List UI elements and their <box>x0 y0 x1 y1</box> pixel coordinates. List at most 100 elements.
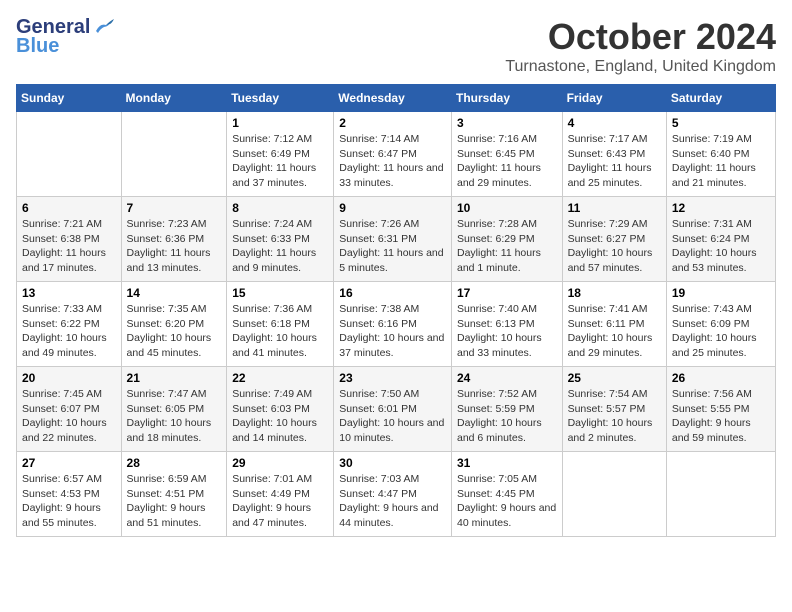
calendar-day-cell <box>121 112 227 197</box>
day-number: 28 <box>127 456 222 470</box>
day-number: 16 <box>339 286 446 300</box>
day-info: Sunrise: 7:41 AMSunset: 6:11 PMDaylight:… <box>568 302 661 361</box>
calendar-day-cell: 19 Sunrise: 7:43 AMSunset: 6:09 PMDayligh… <box>666 282 775 367</box>
day-number: 6 <box>22 201 116 215</box>
day-number: 9 <box>339 201 446 215</box>
calendar-day-cell <box>562 452 666 537</box>
weekday-header-sunday: Sunday <box>17 85 122 112</box>
calendar-day-cell: 11 Sunrise: 7:29 AMSunset: 6:27 PMDayligh… <box>562 197 666 282</box>
day-info: Sunrise: 7:12 AMSunset: 6:49 PMDaylight:… <box>232 132 328 191</box>
calendar-day-cell: 22 Sunrise: 7:49 AMSunset: 6:03 PMDayligh… <box>227 367 334 452</box>
day-number: 8 <box>232 201 328 215</box>
day-number: 30 <box>339 456 446 470</box>
calendar-day-cell: 16 Sunrise: 7:38 AMSunset: 6:16 PMDayligh… <box>334 282 452 367</box>
weekday-header-saturday: Saturday <box>666 85 775 112</box>
calendar-week-row: 1 Sunrise: 7:12 AMSunset: 6:49 PMDaylight… <box>17 112 776 197</box>
day-info: Sunrise: 7:43 AMSunset: 6:09 PMDaylight:… <box>672 302 770 361</box>
day-number: 27 <box>22 456 116 470</box>
day-info: Sunrise: 7:21 AMSunset: 6:38 PMDaylight:… <box>22 217 116 276</box>
calendar-week-row: 13Sunrise: 7:33 AMSunset: 6:22 PMDayligh… <box>17 282 776 367</box>
calendar-day-cell: 2Sunrise: 7:14 AMSunset: 6:47 PMDaylight… <box>334 112 452 197</box>
calendar-day-cell: 6 Sunrise: 7:21 AMSunset: 6:38 PMDaylight… <box>17 197 122 282</box>
day-info: Sunrise: 7:45 AMSunset: 6:07 PMDaylight:… <box>22 387 116 446</box>
day-info: Sunrise: 7:50 AMSunset: 6:01 PMDaylight:… <box>339 387 446 446</box>
day-number: 18 <box>568 286 661 300</box>
title-block: October 2024 Turnastone, England, United… <box>505 16 776 76</box>
day-number: 11 <box>568 201 661 215</box>
day-number: 5 <box>672 116 770 130</box>
day-number: 3 <box>457 116 557 130</box>
day-info: Sunrise: 7:24 AMSunset: 6:33 PMDaylight:… <box>232 217 328 276</box>
day-info: Sunrise: 7:38 AMSunset: 6:16 PMDaylight:… <box>339 302 446 361</box>
page-header: General Blue October 2024 Turnastone, En… <box>16 16 776 76</box>
day-number: 10 <box>457 201 557 215</box>
weekday-header-wednesday: Wednesday <box>334 85 452 112</box>
calendar-week-row: 20 Sunrise: 7:45 AMSunset: 6:07 PMDayligh… <box>17 367 776 452</box>
calendar-day-cell: 10 Sunrise: 7:28 AMSunset: 6:29 PMDayligh… <box>451 197 562 282</box>
calendar-day-cell: 12Sunrise: 7:31 AMSunset: 6:24 PMDayligh… <box>666 197 775 282</box>
day-info: Sunrise: 7:05 AMSunset: 4:45 PMDaylight:… <box>457 472 557 531</box>
day-info: Sunrise: 6:57 AMSunset: 4:53 PMDaylight:… <box>22 472 116 531</box>
day-info: Sunrise: 7:49 AMSunset: 6:03 PMDaylight:… <box>232 387 328 446</box>
day-number: 1 <box>232 116 328 130</box>
calendar-day-cell: 1 Sunrise: 7:12 AMSunset: 6:49 PMDaylight… <box>227 112 334 197</box>
day-number: 20 <box>22 371 116 385</box>
weekday-header-thursday: Thursday <box>451 85 562 112</box>
calendar-day-cell <box>17 112 122 197</box>
calendar-day-cell: 25 Sunrise: 7:54 AMSunset: 5:57 PMDayligh… <box>562 367 666 452</box>
calendar-day-cell: 20 Sunrise: 7:45 AMSunset: 6:07 PMDayligh… <box>17 367 122 452</box>
calendar-day-cell: 8 Sunrise: 7:24 AMSunset: 6:33 PMDaylight… <box>227 197 334 282</box>
day-info: Sunrise: 7:47 AMSunset: 6:05 PMDaylight:… <box>127 387 222 446</box>
calendar-week-row: 6 Sunrise: 7:21 AMSunset: 6:38 PMDaylight… <box>17 197 776 282</box>
calendar-day-cell: 13Sunrise: 7:33 AMSunset: 6:22 PMDayligh… <box>17 282 122 367</box>
weekday-header-monday: Monday <box>121 85 227 112</box>
calendar-day-cell: 15 Sunrise: 7:36 AMSunset: 6:18 PMDayligh… <box>227 282 334 367</box>
day-info: Sunrise: 7:36 AMSunset: 6:18 PMDaylight:… <box>232 302 328 361</box>
weekday-header-row: SundayMondayTuesdayWednesdayThursdayFrid… <box>17 85 776 112</box>
calendar-day-cell: 30Sunrise: 7:03 AMSunset: 4:47 PMDayligh… <box>334 452 452 537</box>
day-number: 15 <box>232 286 328 300</box>
calendar-table: SundayMondayTuesdayWednesdayThursdayFrid… <box>16 84 776 537</box>
calendar-day-cell: 3 Sunrise: 7:16 AMSunset: 6:45 PMDaylight… <box>451 112 562 197</box>
day-info: Sunrise: 7:28 AMSunset: 6:29 PMDaylight:… <box>457 217 557 276</box>
calendar-day-cell: 4Sunrise: 7:17 AMSunset: 6:43 PMDaylight… <box>562 112 666 197</box>
day-number: 23 <box>339 371 446 385</box>
day-number: 2 <box>339 116 446 130</box>
day-number: 7 <box>127 201 222 215</box>
day-info: Sunrise: 7:35 AMSunset: 6:20 PMDaylight:… <box>127 302 222 361</box>
calendar-day-cell: 9 Sunrise: 7:26 AMSunset: 6:31 PMDaylight… <box>334 197 452 282</box>
day-number: 13 <box>22 286 116 300</box>
day-info: Sunrise: 7:17 AMSunset: 6:43 PMDaylight:… <box>568 132 661 191</box>
calendar-day-cell: 14 Sunrise: 7:35 AMSunset: 6:20 PMDayligh… <box>121 282 227 367</box>
calendar-day-cell: 26Sunrise: 7:56 AMSunset: 5:55 PMDayligh… <box>666 367 775 452</box>
calendar-day-cell: 5 Sunrise: 7:19 AMSunset: 6:40 PMDaylight… <box>666 112 775 197</box>
day-number: 26 <box>672 371 770 385</box>
calendar-day-cell: 7 Sunrise: 7:23 AMSunset: 6:36 PMDaylight… <box>121 197 227 282</box>
day-info: Sunrise: 7:01 AMSunset: 4:49 PMDaylight:… <box>232 472 328 531</box>
calendar-day-cell: 17Sunrise: 7:40 AMSunset: 6:13 PMDayligh… <box>451 282 562 367</box>
calendar-day-cell: 31 Sunrise: 7:05 AMSunset: 4:45 PMDayligh… <box>451 452 562 537</box>
logo: General Blue <box>16 16 114 58</box>
day-info: Sunrise: 7:31 AMSunset: 6:24 PMDaylight:… <box>672 217 770 276</box>
day-info: Sunrise: 7:16 AMSunset: 6:45 PMDaylight:… <box>457 132 557 191</box>
day-info: Sunrise: 7:54 AMSunset: 5:57 PMDaylight:… <box>568 387 661 446</box>
logo-blue: Blue <box>16 35 59 58</box>
location-subtitle: Turnastone, England, United Kingdom <box>505 58 776 76</box>
day-number: 19 <box>672 286 770 300</box>
weekday-header-friday: Friday <box>562 85 666 112</box>
day-number: 14 <box>127 286 222 300</box>
day-number: 31 <box>457 456 557 470</box>
day-number: 21 <box>127 371 222 385</box>
day-info: Sunrise: 7:26 AMSunset: 6:31 PMDaylight:… <box>339 217 446 276</box>
calendar-day-cell: 28Sunrise: 6:59 AMSunset: 4:51 PMDayligh… <box>121 452 227 537</box>
calendar-day-cell: 18 Sunrise: 7:41 AMSunset: 6:11 PMDayligh… <box>562 282 666 367</box>
day-info: Sunrise: 7:19 AMSunset: 6:40 PMDaylight:… <box>672 132 770 191</box>
day-info: Sunrise: 7:29 AMSunset: 6:27 PMDaylight:… <box>568 217 661 276</box>
calendar-day-cell: 21 Sunrise: 7:47 AMSunset: 6:05 PMDayligh… <box>121 367 227 452</box>
day-number: 22 <box>232 371 328 385</box>
weekday-header-tuesday: Tuesday <box>227 85 334 112</box>
day-number: 25 <box>568 371 661 385</box>
day-info: Sunrise: 7:23 AMSunset: 6:36 PMDaylight:… <box>127 217 222 276</box>
calendar-day-cell: 24Sunrise: 7:52 AMSunset: 5:59 PMDayligh… <box>451 367 562 452</box>
day-info: Sunrise: 7:40 AMSunset: 6:13 PMDaylight:… <box>457 302 557 361</box>
